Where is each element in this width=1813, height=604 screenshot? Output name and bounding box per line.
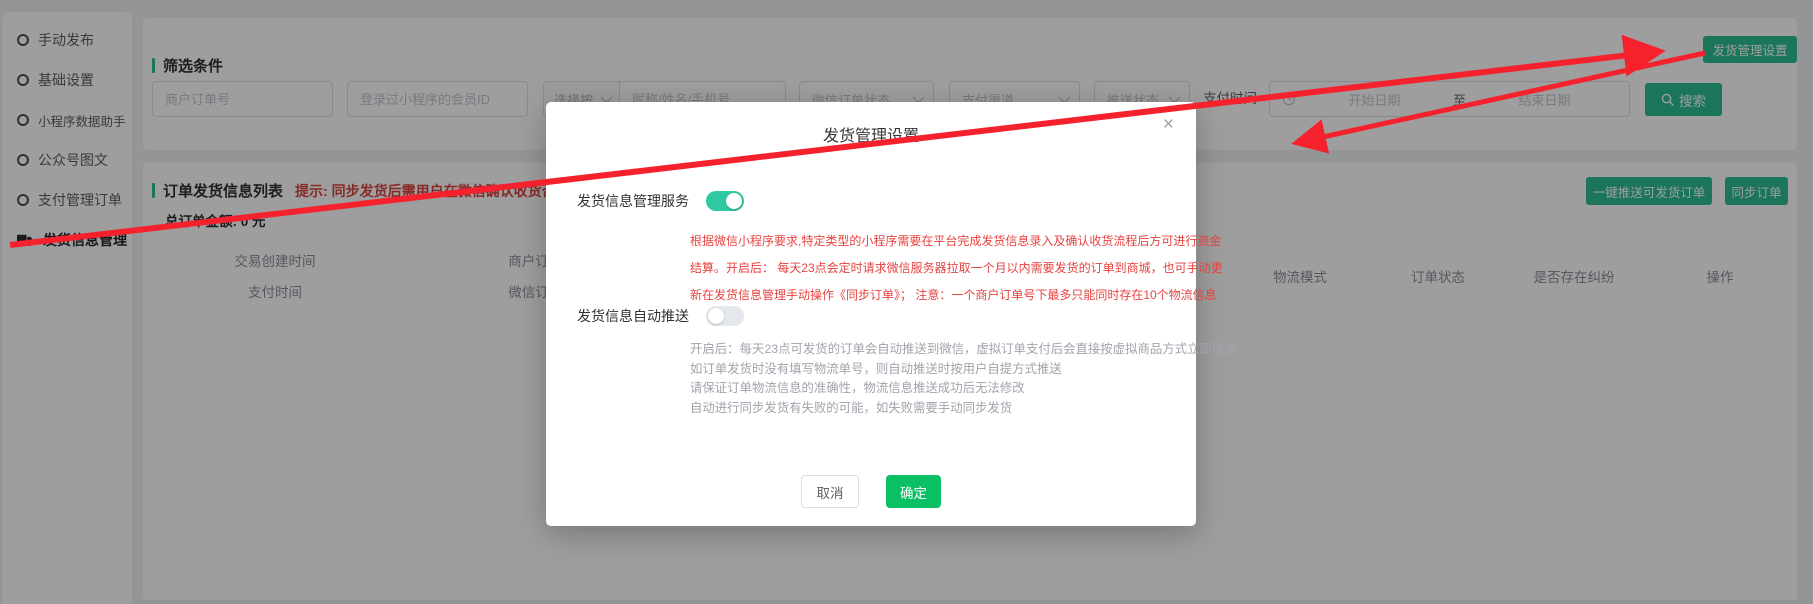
service-desc-line: 根据微信小程序要求,特定类型的小程序需要在平台完成发货信息录入及确认收货流程后方… bbox=[690, 228, 1223, 255]
auto-push-toggle[interactable] bbox=[706, 306, 744, 326]
service-toggle-row: 发货信息管理服务 bbox=[577, 191, 744, 211]
auto-push-desc-line: 请保证订单物流信息的准确性，物流信息推送成功后无法修改 bbox=[690, 379, 1237, 399]
cancel-button[interactable]: 取消 bbox=[801, 475, 859, 508]
confirm-button[interactable]: 确定 bbox=[886, 475, 941, 508]
service-toggle[interactable] bbox=[706, 191, 744, 211]
toggle-knob bbox=[708, 308, 724, 324]
service-description: 根据微信小程序要求,特定类型的小程序需要在平台完成发货信息录入及确认收货流程后方… bbox=[690, 228, 1223, 309]
modal-buttons: 取消 确定 bbox=[546, 475, 1196, 508]
auto-push-desc-line: 如订单发货时没有填写物流单号，则自动推送时按用户自提方式推送 bbox=[690, 360, 1237, 380]
auto-push-desc-line: 自动进行同步发货有失败的可能，如失败需要手动同步发货 bbox=[690, 399, 1237, 419]
shipping-settings-modal: 发货管理设置 × 发货信息管理服务 根据微信小程序要求,特定类型的小程序需要在平… bbox=[546, 102, 1196, 526]
toggle-knob bbox=[726, 193, 742, 209]
auto-push-toggle-row: 发货信息自动推送 bbox=[577, 306, 744, 326]
service-label: 发货信息管理服务 bbox=[577, 191, 689, 211]
auto-push-label: 发货信息自动推送 bbox=[577, 306, 689, 326]
auto-push-desc-line: 开启后：每天23点可发货的订单会自动推送到微信，虚拟订单支付后会直接按虚拟商品方… bbox=[690, 340, 1237, 360]
service-desc-line: 新在发货信息管理手动操作《同步订单》； 注意：一个商户订单号下最多只能同时存在1… bbox=[690, 282, 1223, 309]
modal-title: 发货管理设置 bbox=[546, 122, 1196, 146]
close-icon[interactable]: × bbox=[1163, 115, 1174, 134]
service-desc-line: 结算。开启后： 每天23点会定时请求微信服务器拉取一个月以内需要发货的订单到商城… bbox=[690, 255, 1223, 282]
auto-push-description: 开启后：每天23点可发货的订单会自动推送到微信，虚拟订单支付后会直接按虚拟商品方… bbox=[690, 340, 1237, 418]
